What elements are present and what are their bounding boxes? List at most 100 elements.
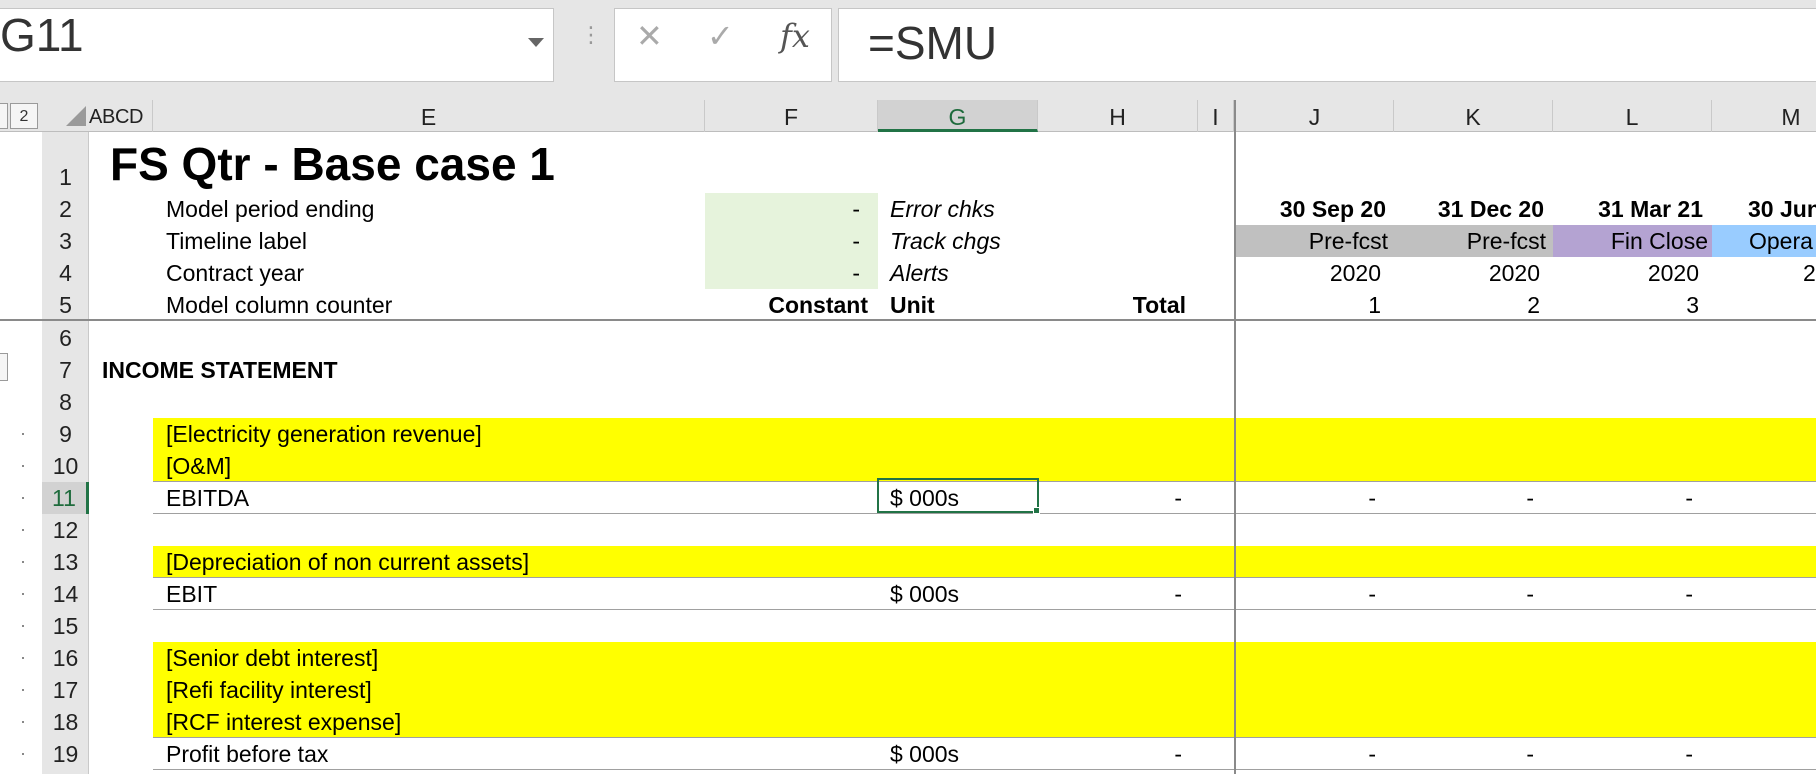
row-header-17[interactable]: 17 [42,674,89,706]
label-model-column-counter[interactable]: Model column counter [166,289,392,321]
column-header-e[interactable]: E [153,100,705,132]
label-timeline[interactable]: Timeline label [166,225,307,257]
period-counter-l[interactable]: 3 [1553,289,1699,321]
pbt-l[interactable]: - [1553,738,1693,770]
row-profit-before-tax[interactable]: Profit before tax [166,738,328,770]
column-header-l[interactable]: L [1553,100,1712,132]
ebitda-k[interactable]: - [1394,482,1534,514]
label-contract-year[interactable]: Contract year [166,257,304,289]
row-header-7[interactable]: 7 [42,354,89,386]
ebit-j[interactable]: - [1236,578,1376,610]
column-header-m[interactable]: M [1712,100,1816,132]
row-depreciation[interactable]: [Depreciation of non current assets] [166,546,529,578]
label-model-period-ending[interactable]: Model period ending [166,193,374,225]
period-label-l[interactable]: Fin Close [1553,225,1708,257]
ebitda-l[interactable]: - [1553,482,1693,514]
sheet-title[interactable]: FS Qtr - Base case 1 [110,136,555,192]
chevron-down-icon[interactable] [528,38,544,47]
column-header-i[interactable]: I [1198,100,1234,132]
outline-dot [22,657,24,659]
header-unit[interactable]: Unit [890,289,935,321]
period-year-m[interactable]: 2 [1803,257,1816,289]
row-header-12[interactable]: 12 [42,514,89,546]
column-header-g[interactable]: G [878,100,1038,132]
ebitda-j[interactable]: - [1236,482,1376,514]
period-date-l[interactable]: 31 Mar 21 [1553,193,1703,225]
header-total[interactable]: Total [1038,289,1186,321]
row-header-2[interactable]: 2 [42,193,89,225]
column-header-a[interactable]: A [89,100,102,132]
row-rcf-interest[interactable]: [RCF interest expense] [166,706,401,738]
column-header-d[interactable]: D [129,100,153,132]
outline-level-1-button[interactable] [0,103,8,129]
row-header-18[interactable]: 18 [42,706,89,738]
column-header-b[interactable]: B [102,100,115,132]
cell-f2[interactable]: - [705,193,860,225]
total-ebit[interactable]: - [1038,578,1182,610]
outline-level-2-button[interactable]: 2 [10,103,38,129]
period-label-m[interactable]: Opera [1749,225,1813,257]
row-ebitda[interactable]: EBITDA [166,482,249,514]
cell-f3[interactable]: - [705,225,860,257]
row-header-16[interactable]: 16 [42,642,89,674]
row-electricity-revenue[interactable]: [Electricity generation revenue] [166,418,482,450]
unit-ebit[interactable]: $ 000s [890,578,959,610]
period-counter-k[interactable]: 2 [1394,289,1540,321]
row-header-8[interactable]: 8 [42,386,89,418]
active-cell-border[interactable] [877,478,1039,513]
row-header-6[interactable]: 6 [42,322,89,354]
period-date-k[interactable]: 31 Dec 20 [1394,193,1544,225]
row-header-11[interactable]: 11 [42,482,89,514]
alerts[interactable]: Alerts [890,257,949,289]
row-header-14[interactable]: 14 [42,578,89,610]
pbt-k[interactable]: - [1394,738,1534,770]
select-all-corner[interactable] [66,106,86,126]
total-pbt[interactable]: - [1038,738,1182,770]
drag-handle-icon[interactable]: ⋮ [580,24,602,60]
outline-dot [22,497,24,499]
column-header-h[interactable]: H [1038,100,1198,132]
period-date-m[interactable]: 30 Jun [1748,193,1816,225]
name-box-value: G11 [0,9,84,61]
period-year-l[interactable]: 2020 [1553,257,1699,289]
unit-pbt[interactable]: $ 000s [890,738,959,770]
period-label-k[interactable]: Pre-fcst [1394,225,1546,257]
row-ebit[interactable]: EBIT [166,578,217,610]
row-header-9[interactable]: 9 [42,418,89,450]
column-header-c[interactable]: C [115,100,129,132]
ebit-k[interactable]: - [1394,578,1534,610]
track-changes[interactable]: Track chgs [890,225,1001,257]
outline-collapse-button[interactable] [0,353,8,381]
error-checks[interactable]: Error chks [890,193,995,225]
row-header-5[interactable]: 5 [42,289,89,321]
cell-f4[interactable]: - [705,257,860,289]
column-header-f[interactable]: F [705,100,878,132]
total-ebitda[interactable]: - [1038,482,1182,514]
formula-value: =SMU [868,17,998,69]
header-constant[interactable]: Constant [705,289,868,321]
insert-function-button[interactable]: fx [780,20,810,52]
ebit-l[interactable]: - [1553,578,1693,610]
cancel-icon[interactable]: ✕ [636,20,663,52]
pbt-j[interactable]: - [1236,738,1376,770]
row-header-15[interactable]: 15 [42,610,89,642]
row-header-4[interactable]: 4 [42,257,89,289]
row-header-19[interactable]: 19 [42,738,89,770]
period-year-j[interactable]: 2020 [1236,257,1381,289]
row-header-13[interactable]: 13 [42,546,89,578]
period-label-j[interactable]: Pre-fcst [1236,225,1388,257]
column-header-j[interactable]: J [1236,100,1394,132]
row-refi-interest[interactable]: [Refi facility interest] [166,674,372,706]
row-om[interactable]: [O&M] [166,450,231,482]
period-year-k[interactable]: 2020 [1394,257,1540,289]
row-senior-debt-interest[interactable]: [Senior debt interest] [166,642,378,674]
column-header-k[interactable]: K [1394,100,1553,132]
section-heading[interactable]: INCOME STATEMENT [102,354,338,386]
row-header-10[interactable]: 10 [42,450,89,482]
fill-handle[interactable] [1033,507,1040,514]
row-header-1[interactable]: 1 [42,161,89,193]
period-counter-j[interactable]: 1 [1236,289,1381,321]
period-date-j[interactable]: 30 Sep 20 [1236,193,1386,225]
checkmark-icon[interactable]: ✓ [707,20,734,52]
row-header-3[interactable]: 3 [42,225,89,257]
